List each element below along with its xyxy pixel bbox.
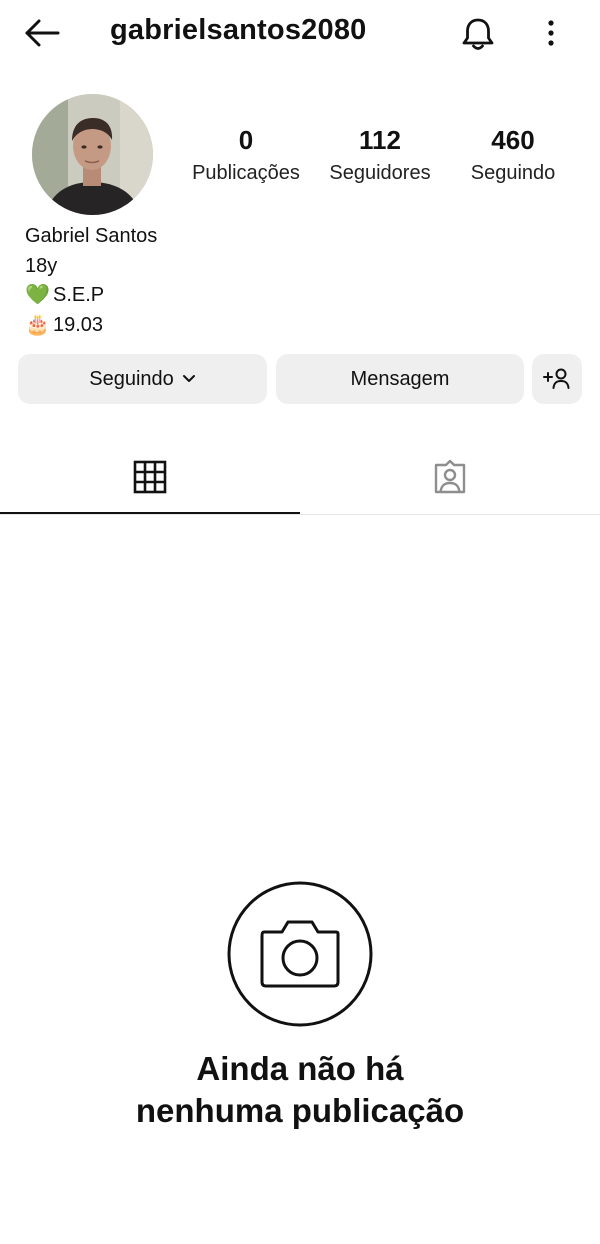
following-count: 460 [491, 125, 535, 155]
birthday-cake-icon: 🎂 [25, 313, 50, 336]
tagged-person-icon [434, 459, 466, 494]
stat-publications[interactable]: 0 Publicações [176, 124, 316, 188]
stat-followers[interactable]: 112 Seguidores [310, 124, 450, 188]
bio-tag-text: S.E.P [53, 284, 105, 306]
green-heart-icon: 💚 [25, 284, 50, 306]
bio-age-text: 18y [25, 254, 58, 277]
bell-icon [462, 18, 494, 50]
back-button[interactable] [22, 16, 62, 50]
more-vertical-icon [548, 20, 554, 46]
bio-line-birthday: 🎂 19.03 [25, 311, 157, 341]
grid-icon [133, 460, 167, 494]
notifications-button[interactable] [458, 14, 498, 54]
following-label: Seguindo [470, 162, 556, 184]
chevron-down-icon [182, 375, 195, 382]
profile-photo [32, 94, 153, 215]
followers-label: Seguidores [329, 162, 431, 184]
profile-name: Gabriel Santos [25, 225, 158, 247]
bio-line-age: 18y [25, 252, 157, 282]
avatar[interactable] [32, 94, 153, 215]
top-bar: gabrielsantos2080 [0, 0, 600, 66]
suggest-users-button[interactable] [532, 354, 582, 404]
following-button-label: Seguindo [89, 367, 174, 390]
tabs-divider [0, 514, 600, 515]
tab-posts-grid[interactable] [0, 440, 300, 514]
stat-following[interactable]: 460 Seguindo [443, 124, 583, 188]
publications-label: Publicações [192, 162, 300, 184]
bio-line-tag: 💚 S.E.P [25, 281, 157, 311]
empty-state-line2: nenhuma publicação [135, 1092, 465, 1129]
profile-tabs [0, 440, 600, 514]
empty-state-line1: Ainda não há [196, 1050, 404, 1087]
camera-icon [227, 881, 373, 1027]
bio-birthday-text: 19.03 [53, 313, 104, 336]
message-button-label: Mensagem [350, 367, 450, 390]
publications-count: 0 [238, 125, 254, 155]
message-button[interactable]: Mensagem [276, 354, 524, 404]
empty-state-message: Ainda não há nenhuma publicação [0, 1048, 600, 1132]
arrow-left-icon [25, 19, 60, 47]
add-person-icon [543, 368, 570, 389]
profile-bio: Gabriel Santos 18y 💚 S.E.P 🎂 19.03 [25, 222, 157, 340]
profile-username: gabrielsantos2080 [110, 14, 367, 46]
followers-count: 112 [359, 125, 401, 155]
more-options-button[interactable] [536, 16, 566, 50]
tab-tagged[interactable] [300, 440, 600, 514]
following-button[interactable]: Seguindo [18, 354, 267, 404]
